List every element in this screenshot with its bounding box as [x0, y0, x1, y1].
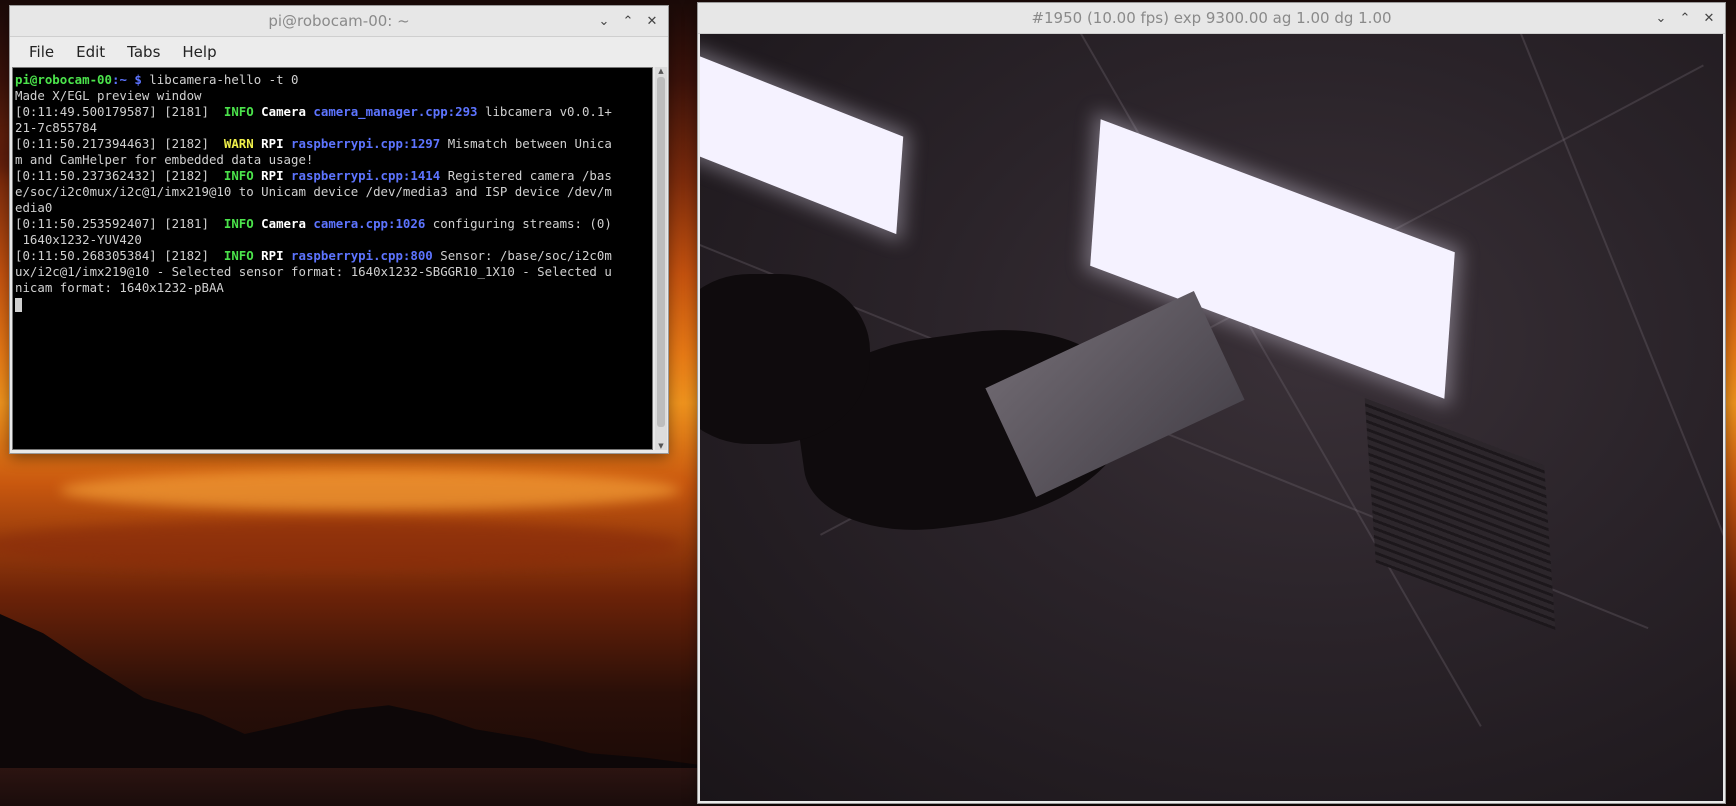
cursor-line — [15, 296, 652, 312]
close-icon: ✕ — [646, 13, 658, 29]
log-line: 21-7c855784 — [15, 120, 98, 135]
camera-preview-image — [700, 34, 1723, 801]
lake — [0, 768, 720, 806]
camera-module-box — [985, 291, 1245, 497]
scrollbar-thumb[interactable] — [657, 77, 665, 427]
log-line: [0:11:50.217394463] [2182] WARN RPI rasp… — [15, 136, 612, 151]
terminal-window[interactable]: pi@robocam-00: ~ ⌄ ⌃ ✕ File Edit Tabs He… — [10, 6, 668, 453]
minimize-icon: ⌄ — [1655, 10, 1667, 26]
log-line: Made X/EGL preview window — [15, 88, 202, 103]
menu-file[interactable]: File — [18, 43, 65, 61]
scroll-down-icon[interactable]: ▼ — [655, 442, 667, 450]
log-line: [0:11:50.268305384] [2182] INFO RPI rasp… — [15, 248, 612, 263]
terminal-scrollbar[interactable]: ▲ ▼ — [655, 67, 667, 450]
camera-titlebar[interactable]: #1950 (10.00 fps) exp 9300.00 ag 1.00 dg… — [698, 3, 1725, 34]
camera-title: #1950 (10.00 fps) exp 9300.00 ag 1.00 dg… — [1031, 9, 1392, 27]
terminal-menubar: File Edit Tabs Help — [10, 37, 668, 67]
menu-help[interactable]: Help — [171, 43, 227, 61]
maximize-icon: ⌃ — [622, 13, 634, 29]
prompt-user: pi@robocam-00 — [15, 72, 112, 87]
log-line: edia0 — [15, 200, 53, 215]
scroll-up-icon[interactable]: ▲ — [655, 67, 667, 75]
ceiling-light-left — [700, 53, 904, 235]
log-line: 1640x1232-YUV420 — [15, 232, 142, 247]
maximize-button[interactable]: ⌃ — [1675, 8, 1695, 28]
prompt-line: pi@robocam-00:~ $ libcamera-hello -t 0 — [15, 72, 652, 88]
command-text: libcamera-hello -t 0 — [149, 72, 299, 87]
close-button[interactable]: ✕ — [1699, 8, 1719, 28]
log-line: [0:11:49.500179587] [2181] INFO Camera c… — [15, 104, 612, 119]
menu-edit[interactable]: Edit — [65, 43, 116, 61]
minimize-icon: ⌄ — [598, 13, 610, 29]
minimize-button[interactable]: ⌄ — [1651, 8, 1671, 28]
text-cursor — [15, 297, 22, 312]
close-button[interactable]: ✕ — [642, 11, 662, 31]
log-line: [0:11:50.237362432] [2182] INFO RPI rasp… — [15, 168, 612, 183]
prompt-path: :~ $ — [111, 72, 150, 87]
camera-preview-window[interactable]: #1950 (10.00 fps) exp 9300.00 ag 1.00 dg… — [698, 3, 1725, 803]
terminal-titlebar[interactable]: pi@robocam-00: ~ ⌄ ⌃ ✕ — [10, 6, 668, 37]
ceiling-vent — [1364, 398, 1556, 630]
terminal-output[interactable]: pi@robocam-00:~ $ libcamera-hello -t 0 Ma… — [12, 67, 653, 450]
log-line: ux/i2c@1/imx219@10 - Selected sensor for… — [15, 264, 612, 279]
maximize-button[interactable]: ⌃ — [618, 11, 638, 31]
log-line: m and CamHelper for embedded data usage! — [15, 152, 314, 167]
close-icon: ✕ — [1703, 10, 1715, 26]
log-line: [0:11:50.253592407] [2181] INFO Camera c… — [15, 216, 612, 231]
maximize-icon: ⌃ — [1679, 10, 1691, 26]
log-line: e/soc/i2c0mux/i2c@1/imx219@10 to Unicam … — [15, 184, 612, 199]
minimize-button[interactable]: ⌄ — [594, 11, 614, 31]
menu-tabs[interactable]: Tabs — [116, 43, 171, 61]
terminal-title: pi@robocam-00: ~ — [268, 12, 410, 30]
log-line: nicam format: 1640x1232-pBAA — [15, 280, 224, 295]
